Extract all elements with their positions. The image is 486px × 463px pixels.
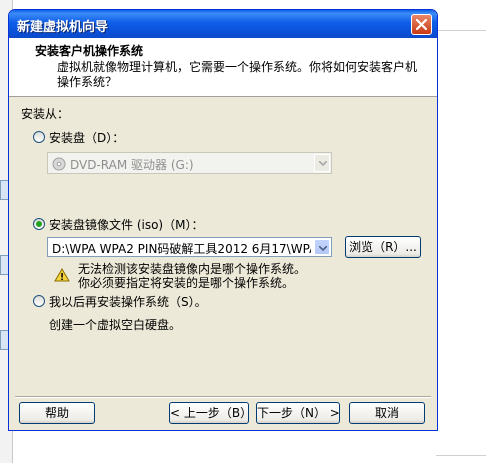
next-button[interactable]: 下一步（N） > bbox=[256, 402, 340, 424]
background-divider bbox=[436, 455, 486, 456]
radio-install-disc[interactable] bbox=[33, 131, 45, 143]
chevron-down-icon[interactable] bbox=[314, 154, 330, 172]
warning-line-1: 无法检测该安装盘镜像内是哪个操作系统。 bbox=[78, 262, 307, 276]
wizard-header: 安装客户机操作系统 虚拟机就像物理计算机，它需要一个操作系统。你将如何安装客户机… bbox=[9, 38, 437, 97]
close-button[interactable] bbox=[411, 14, 432, 35]
warning-line-2: 你必须要指定将安装的是哪个操作系统。 bbox=[78, 276, 295, 290]
radio-install-later[interactable] bbox=[33, 295, 45, 307]
cancel-button[interactable]: 取消 bbox=[349, 402, 425, 424]
disc-drive-icon bbox=[52, 157, 66, 171]
iso-path-select[interactable]: D:\WPA WPA2 PIN码破解工具2012 6月17\WPA WPA2 bbox=[47, 237, 332, 257]
radio-install-iso[interactable] bbox=[33, 218, 45, 230]
footer-separator bbox=[15, 396, 431, 398]
title-bar[interactable]: 新建虚拟机向导 bbox=[9, 10, 437, 38]
chevron-down-icon[interactable] bbox=[314, 239, 330, 255]
page-description: 虚拟机就像物理计算机，它需要一个操作系统。你将如何安装客户机操作系统？ bbox=[57, 60, 418, 89]
disc-drive-value: DVD-RAM 驱动器 (G:) bbox=[70, 158, 194, 172]
back-button[interactable]: < 上一步（B） bbox=[169, 402, 252, 424]
background-right-panel bbox=[436, 0, 486, 463]
install-disc-label[interactable]: 安装盘（D）： bbox=[49, 129, 124, 146]
iso-path-value: D:\WPA WPA2 PIN码破解工具2012 6月17\WPA WPA2 bbox=[52, 242, 311, 256]
install-later-description: 创建一个虚拟空白硬盘。 bbox=[49, 318, 182, 332]
disc-drive-select[interactable]: DVD-RAM 驱动器 (G:) bbox=[47, 152, 332, 174]
close-icon bbox=[416, 19, 427, 30]
install-iso-label[interactable]: 安装盘镜像文件 (iso)（M）： bbox=[49, 216, 203, 233]
iso-warning: 无法检测该安装盘镜像内是哪个操作系统。 你必须要指定将安装的是哪个操作系统。 bbox=[78, 262, 306, 290]
background-divider bbox=[436, 30, 486, 31]
new-vm-wizard-dialog: 新建虚拟机向导 安装客户机操作系统 虚拟机就像物理计算机，它需要一个操作系统。你… bbox=[8, 9, 438, 431]
install-later-label[interactable]: 我以后再安装操作系统（S）。 bbox=[49, 293, 207, 310]
install-from-label: 安装从： bbox=[21, 107, 70, 121]
page-title: 安装客户机操作系统 bbox=[35, 44, 144, 58]
help-button[interactable]: 帮助 bbox=[19, 402, 95, 424]
warning-icon bbox=[54, 268, 70, 282]
browse-button[interactable]: 浏览（R）... bbox=[345, 236, 421, 258]
window-title: 新建虚拟机向导 bbox=[17, 20, 109, 35]
